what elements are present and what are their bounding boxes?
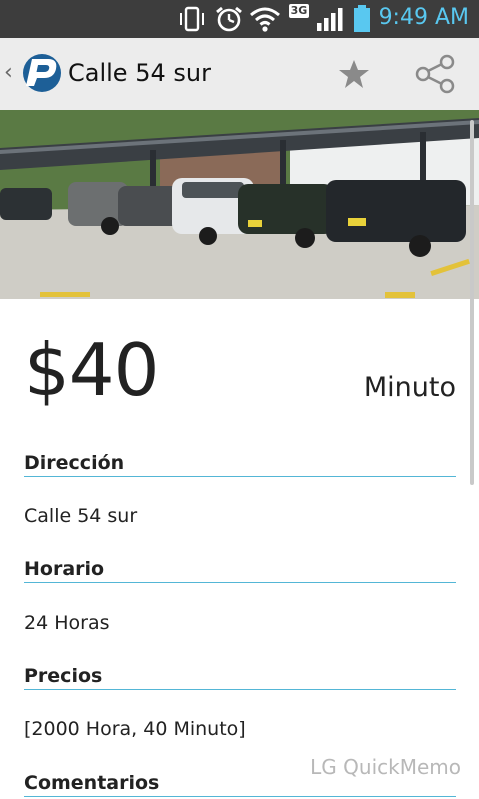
- scrollbar[interactable]: [470, 120, 474, 485]
- wifi-icon: [249, 6, 281, 32]
- price-amount: $40: [24, 328, 159, 412]
- price-row: $40 Minuto: [24, 328, 456, 420]
- section-heading-precios: Precios: [24, 665, 456, 690]
- section-heading-direccion: Dirección: [24, 452, 456, 477]
- back-caret-icon[interactable]: ‹: [4, 60, 13, 85]
- price-unit: Minuto: [363, 372, 456, 403]
- section-value-precios: [2000 Hora, 40 Minuto]: [24, 718, 246, 740]
- status-time: 9:49 AM: [378, 5, 469, 30]
- section-value-horario: 24 Horas: [24, 612, 110, 634]
- favorite-star-icon[interactable]: [337, 58, 371, 90]
- section-value-direccion: Calle 54 sur: [24, 505, 138, 527]
- action-bar: ‹ Calle 54 sur: [0, 38, 479, 111]
- alarm-icon: [214, 6, 244, 32]
- app-logo[interactable]: [20, 53, 62, 93]
- vibrate-icon: [177, 6, 207, 32]
- quickmemo-watermark: LG QuickMemo: [310, 755, 461, 779]
- signal-icon: [315, 6, 347, 32]
- status-bar: 3G 9:49 AM: [0, 0, 479, 38]
- parking-photo: [0, 110, 479, 299]
- battery-icon: [352, 5, 372, 32]
- page-title: Calle 54 sur: [68, 59, 211, 87]
- section-heading-horario: Horario: [24, 558, 456, 583]
- share-icon[interactable]: [413, 54, 457, 94]
- 3g-icon: 3G: [288, 4, 310, 18]
